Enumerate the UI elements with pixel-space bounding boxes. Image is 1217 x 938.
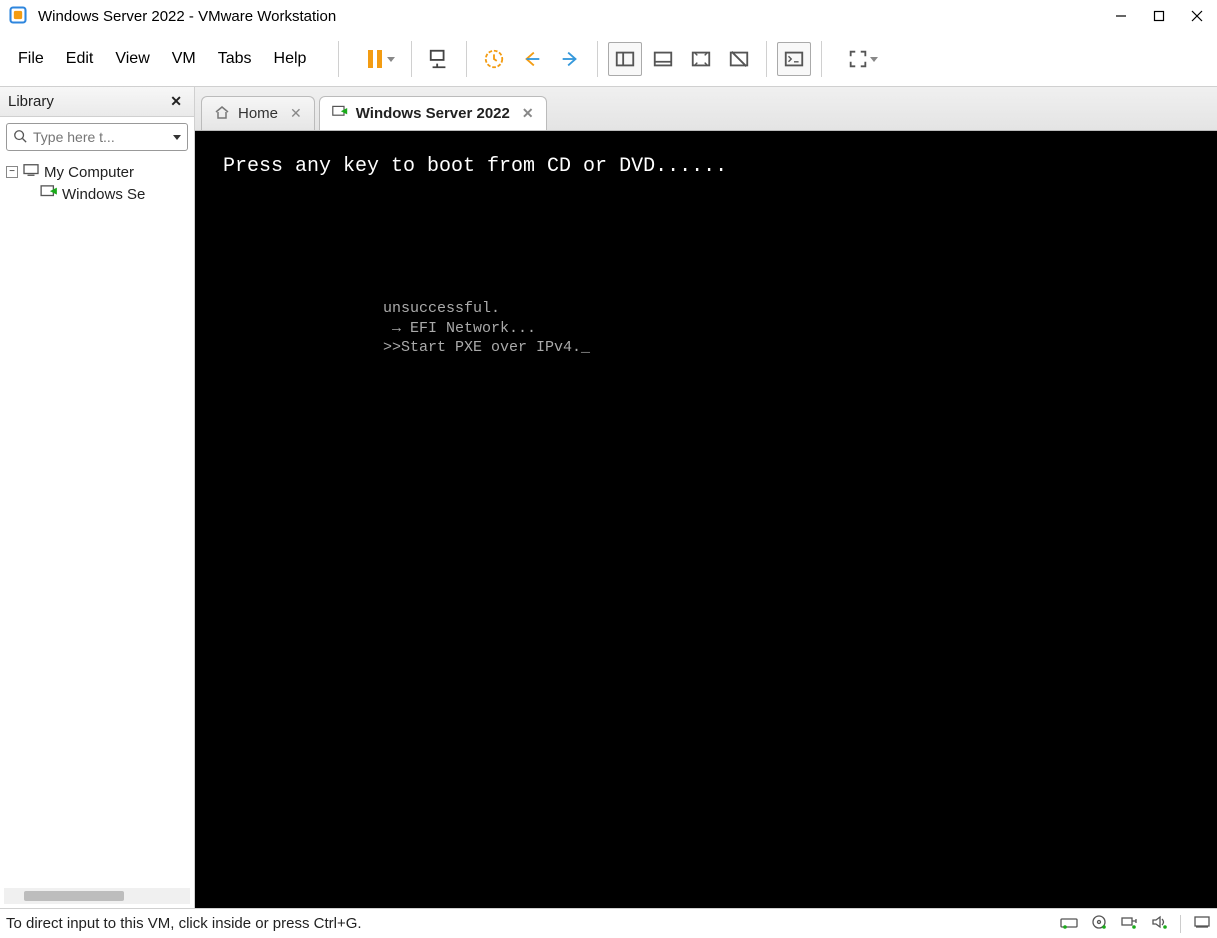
console-boot-prompt: Press any key to boot from CD or DVD....… bbox=[223, 155, 727, 178]
show-console-button[interactable] bbox=[646, 42, 680, 76]
tab-active-label: Windows Server 2022 bbox=[356, 105, 510, 122]
library-tree: − My Computer Windows Se bbox=[0, 157, 194, 888]
home-icon bbox=[214, 105, 230, 123]
vm-console[interactable]: Press any key to boot from CD or DVD....… bbox=[195, 131, 1217, 908]
content-area: Home ✕ Windows Server 2022 ✕ Press any k… bbox=[195, 87, 1217, 908]
stretch-guest-button[interactable] bbox=[722, 42, 756, 76]
library-search-input[interactable] bbox=[33, 129, 173, 145]
library-search[interactable] bbox=[6, 123, 188, 151]
toolbar-separator bbox=[338, 41, 339, 77]
maximize-button[interactable] bbox=[1147, 4, 1171, 28]
vm-running-icon bbox=[332, 105, 348, 123]
tab-close-button[interactable]: ✕ bbox=[290, 105, 302, 122]
pause-button[interactable] bbox=[349, 42, 401, 76]
tab-home-label: Home bbox=[238, 105, 278, 122]
library-panel: Library ✕ − My Computer Windows Se bbox=[0, 87, 195, 908]
main-area: Library ✕ − My Computer Windows Se bbox=[0, 87, 1217, 908]
menu-tabs[interactable]: Tabs bbox=[208, 44, 262, 74]
hard-disk-icon[interactable] bbox=[1060, 914, 1078, 934]
send-ctrl-alt-del-button[interactable] bbox=[422, 42, 456, 76]
menu-view[interactable]: View bbox=[105, 44, 159, 74]
menu-help[interactable]: Help bbox=[264, 44, 317, 74]
fullscreen-button[interactable] bbox=[832, 42, 884, 76]
tab-close-button[interactable]: ✕ bbox=[522, 105, 534, 122]
status-text: To direct input to this VM, click inside… bbox=[6, 915, 1060, 932]
toolbar-separator bbox=[821, 41, 822, 77]
tree-item-vm[interactable]: Windows Se bbox=[2, 183, 192, 205]
show-sidebar-button[interactable] bbox=[608, 42, 642, 76]
statusbar: To direct input to this VM, click inside… bbox=[0, 908, 1217, 938]
network-adapter-icon[interactable] bbox=[1120, 914, 1138, 934]
status-separator bbox=[1180, 915, 1181, 933]
window-title: Windows Server 2022 - VMware Workstation bbox=[38, 8, 1109, 25]
tree-item-label: Windows Se bbox=[62, 186, 145, 203]
search-dropdown-icon[interactable] bbox=[173, 135, 181, 140]
menubar-row: File Edit View VM Tabs Help bbox=[0, 32, 1217, 87]
toolbar-separator bbox=[766, 41, 767, 77]
app-icon bbox=[8, 5, 28, 28]
console-boot-block: unsuccessful. → EFI Network... >>Start P… bbox=[383, 299, 590, 358]
vm-running-icon bbox=[40, 185, 58, 203]
status-icons bbox=[1060, 914, 1211, 934]
search-icon bbox=[13, 129, 27, 146]
library-title: Library bbox=[8, 93, 166, 110]
quick-switch-button[interactable] bbox=[777, 42, 811, 76]
toolbar-separator bbox=[466, 41, 467, 77]
tabs-row: Home ✕ Windows Server 2022 ✕ bbox=[195, 87, 1217, 131]
menu-edit[interactable]: Edit bbox=[56, 44, 104, 74]
library-header: Library ✕ bbox=[0, 87, 194, 117]
tree-root-my-computer[interactable]: − My Computer bbox=[2, 161, 192, 183]
minimize-button[interactable] bbox=[1109, 4, 1133, 28]
sound-icon[interactable] bbox=[1150, 914, 1168, 934]
toolbar-separator bbox=[411, 41, 412, 77]
tree-root-label: My Computer bbox=[44, 164, 134, 181]
menubar: File Edit View VM Tabs Help bbox=[8, 44, 316, 74]
collapse-icon[interactable]: − bbox=[6, 166, 18, 178]
scrollbar-thumb[interactable] bbox=[24, 891, 124, 901]
close-library-button[interactable]: ✕ bbox=[166, 93, 186, 110]
menu-vm[interactable]: VM bbox=[162, 44, 206, 74]
toolbar-separator bbox=[597, 41, 598, 77]
revert-snapshot-button[interactable] bbox=[515, 42, 549, 76]
library-scrollbar[interactable] bbox=[4, 888, 190, 904]
cd-dvd-icon[interactable] bbox=[1090, 914, 1108, 934]
tab-home[interactable]: Home ✕ bbox=[201, 96, 315, 130]
close-window-button[interactable] bbox=[1185, 4, 1209, 28]
window-titlebar: Windows Server 2022 - VMware Workstation bbox=[0, 0, 1217, 32]
menu-file[interactable]: File bbox=[8, 44, 54, 74]
window-controls bbox=[1109, 4, 1209, 28]
toolbar bbox=[332, 41, 884, 77]
display-settings-icon[interactable] bbox=[1193, 914, 1211, 934]
snapshot-button[interactable] bbox=[477, 42, 511, 76]
fit-guest-button[interactable] bbox=[684, 42, 718, 76]
snapshot-manager-button[interactable] bbox=[553, 42, 587, 76]
tab-windows-server[interactable]: Windows Server 2022 ✕ bbox=[319, 96, 547, 130]
computer-icon bbox=[22, 163, 40, 181]
